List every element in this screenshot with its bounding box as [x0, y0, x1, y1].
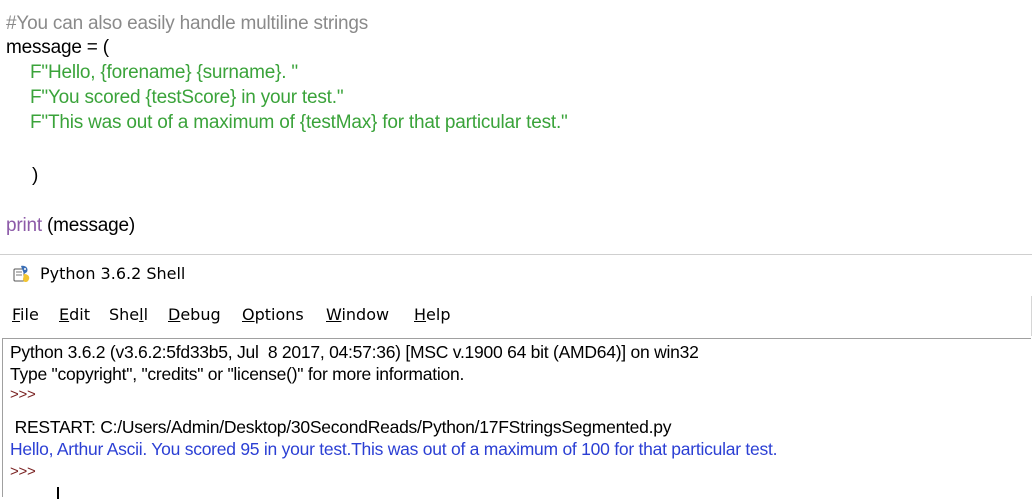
- code-close-paren: ): [32, 165, 39, 186]
- menu-edit[interactable]: Edit: [57, 305, 92, 324]
- print-args: (message): [41, 215, 135, 236]
- menu-help[interactable]: Help: [412, 305, 452, 324]
- menu-options[interactable]: Options: [240, 305, 306, 324]
- shell-restart-line: RESTART: C:/Users/Admin/Desktop/30Second…: [10, 417, 672, 437]
- text-cursor: [57, 487, 59, 499]
- menu-file[interactable]: File: [10, 305, 41, 324]
- shell-banner-line-2: Type "copyright", "credits" or "license(…: [10, 364, 465, 384]
- menu-debug[interactable]: Debug: [166, 305, 223, 324]
- code-comment-line: #You can also easily handle multiline st…: [6, 13, 369, 34]
- print-keyword: print: [6, 215, 42, 236]
- menu-window[interactable]: Window: [324, 305, 391, 324]
- code-editor[interactable]: #You can also easily handle multiline st…: [0, 0, 1032, 248]
- code-assign-line: message = (: [6, 37, 109, 58]
- code-string-line-3: F"This was out of a maximum of {testMax}…: [30, 112, 568, 133]
- menu-bar: File Edit Shell Debug Options Window Hel…: [0, 302, 1032, 330]
- shell-prompt: >>>: [10, 463, 36, 480]
- shell-output[interactable]: Python 3.6.2 (v3.6.2:5fd33b5, Jul 8 2017…: [2, 338, 1031, 499]
- code-print-line: print (message): [6, 214, 135, 238]
- python-idle-icon: [12, 264, 32, 284]
- shell-prompt: >>>: [10, 386, 36, 403]
- shell-banner-line-1: Python 3.6.2 (v3.6.2:5fd33b5, Jul 8 2017…: [10, 342, 699, 362]
- title-bar[interactable]: Python 3.6.2 Shell: [0, 254, 1032, 291]
- code-string-line-2: F"You scored {testScore} in your test.": [30, 87, 344, 108]
- menu-shell[interactable]: Shell: [107, 305, 150, 324]
- window-title: Python 3.6.2 Shell: [40, 264, 186, 283]
- code-string-line-1: F"Hello, {forename} {surname}. ": [30, 62, 298, 83]
- shell-result-line: Hello, Arthur Ascii. You scored 95 in yo…: [10, 439, 778, 459]
- python-shell-window: Python 3.6.2 Shell File Edit Shell Debug…: [0, 254, 1032, 499]
